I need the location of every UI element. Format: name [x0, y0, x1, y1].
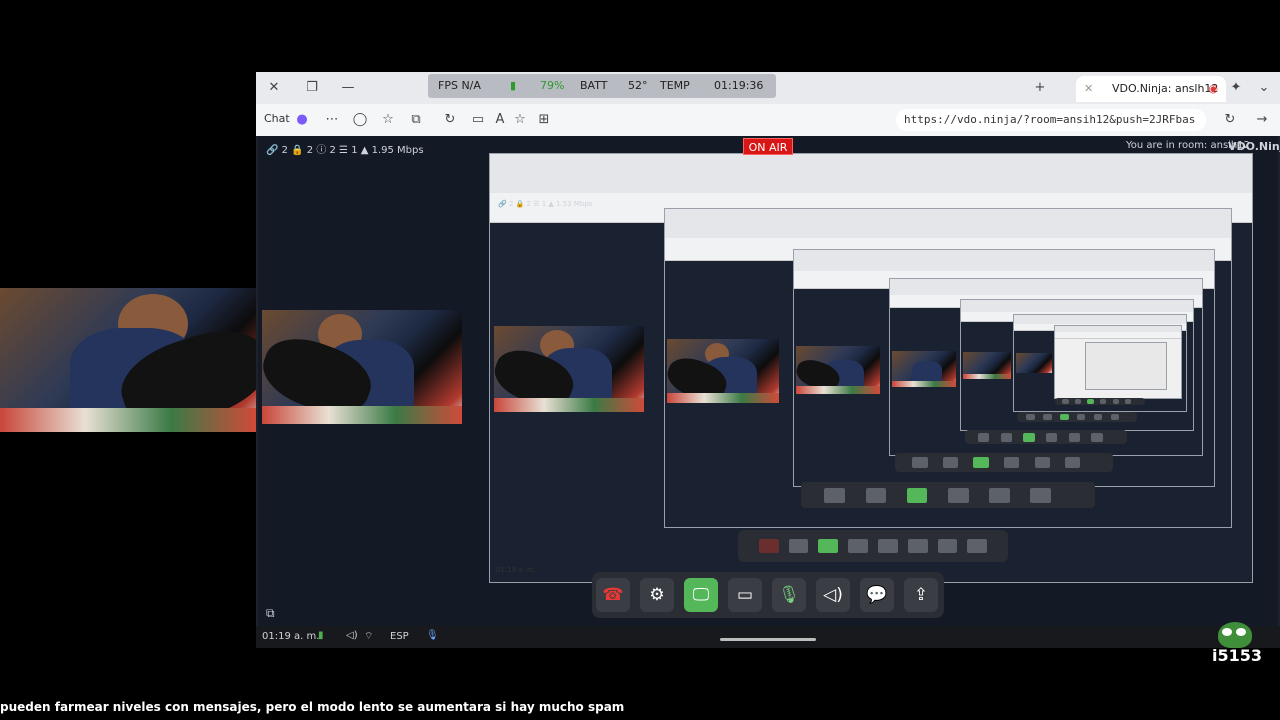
frog-emote-icon: [1218, 622, 1252, 648]
nested-video-tile-6: [1016, 353, 1052, 373]
recording-icon: ◉: [1208, 82, 1218, 95]
gear-icon: ⚙: [649, 585, 665, 605]
webcam-overlay: [0, 288, 256, 432]
upload-file-button[interactable]: ⇪: [904, 578, 938, 612]
tab-bar: ✕ ❐ — FPS N/A ▮ 79% BATT 52° TEMP 01:19:…: [256, 72, 1280, 104]
nested-video-tile-2: [667, 339, 779, 403]
layout-icon[interactable]: ⧉: [266, 606, 275, 621]
nested-control-bar: [738, 530, 1008, 562]
language-label[interactable]: ESP: [390, 631, 409, 642]
window-icon: ▭: [736, 585, 754, 605]
mic-taskbar-icon[interactable]: 🎙: [426, 630, 439, 641]
nested-video-tile: [494, 326, 644, 412]
star-icon[interactable]: ☆: [512, 112, 528, 128]
nested-screen-1: 🔗 2 🔒 2 ☰ 1 ▲ 1.53 Mbps 01:19 a. m.: [489, 153, 1253, 583]
hangup-button[interactable]: ☎: [596, 578, 630, 612]
mirrored-browser-window: ✕ ❐ — FPS N/A ▮ 79% BATT 52° TEMP 01:19:…: [256, 72, 1280, 648]
nested-screen-5: [960, 299, 1194, 431]
chat-button[interactable]: Chat: [264, 112, 290, 125]
address-bar: Chat ● ⋯ ◯ ☆ ⧉ ↻ ▭ A ☆ ⊞ https://vdo.nin…: [256, 104, 1280, 136]
batt-label: BATT: [580, 79, 608, 92]
on-air-badge: ON AIR: [743, 138, 793, 155]
video-tile[interactable]: [262, 310, 462, 424]
active-tab[interactable]: ✕ VDO.Ninja: anslh12 ◉: [1076, 76, 1226, 102]
time-label: 01:19:36: [714, 79, 764, 92]
home-indicator[interactable]: [720, 638, 816, 641]
new-tab-icon[interactable]: +: [1032, 80, 1048, 96]
temp-label: TEMP: [660, 79, 690, 92]
microphone-button[interactable]: 🎙: [772, 578, 806, 612]
chat-toggle-button[interactable]: 💬: [860, 578, 894, 612]
profile-icon[interactable]: ◯: [352, 112, 368, 128]
minimize-icon[interactable]: —: [340, 80, 356, 96]
nested-video-tile-3: [796, 346, 880, 394]
wifi-icon[interactable]: ⌔: [364, 630, 373, 643]
vdo-ninja-content: 🔗 2 🔒 2 ⓘ 2 ☰ 1 ▲ 1.95 Mbps You are in r…: [258, 136, 1280, 626]
battery-icon: ▮: [510, 79, 517, 92]
refresh-page-icon[interactable]: ↻: [442, 112, 458, 128]
chat-label: Chat: [264, 112, 290, 125]
nested-screen-7: [1054, 325, 1182, 399]
tab-title: VDO.Ninja: anslh12: [1112, 82, 1219, 95]
nested-stats: 🔗 2 🔒 2 ☰ 1 ▲ 1.53 Mbps: [498, 200, 593, 208]
nested-clock: 01:19 a. m.: [496, 566, 537, 574]
url-input[interactable]: https://vdo.ninja/?room=ansih12&push=2JR…: [896, 109, 1206, 131]
clock-label: 01:19 a. m.: [262, 631, 320, 642]
microphone-icon: 🎙: [778, 585, 800, 605]
stats-overlay: FPS N/A ▮ 79% BATT 52° TEMP 01:19:36: [428, 74, 776, 98]
forward-arrow-icon[interactable]: →: [1254, 112, 1270, 128]
close-icon[interactable]: ✕: [266, 80, 282, 96]
settings-button[interactable]: ⚙: [640, 578, 674, 612]
split-icon[interactable]: ▭: [470, 112, 486, 128]
taskbar: 01:19 a. m. ▮ ◁) ⌔ ESP 🎙: [256, 626, 1280, 648]
chevron-down-icon[interactable]: ⌄: [1256, 80, 1272, 96]
nested-video-tile-5: [963, 352, 1011, 379]
nested-screen-2: [664, 208, 1232, 528]
badge-number: i5153: [1212, 646, 1263, 665]
chat-caption: pueden farmear niveles con mensajes, per…: [0, 700, 625, 714]
monitor-icon: 🖵: [692, 585, 710, 605]
file-upload-icon: ⇪: [913, 585, 929, 605]
window-share-button[interactable]: ▭: [728, 578, 762, 612]
more-icon[interactable]: ⋯: [324, 112, 340, 128]
chat-bubble-icon: 💬: [866, 585, 888, 605]
hangup-icon: ☎: [602, 585, 624, 605]
fps-label: FPS N/A: [438, 79, 481, 92]
url-text: https://vdo.ninja/?room=ansih12&push=2JR…: [904, 113, 1196, 126]
vdo-logo-icon: ✦: [1230, 80, 1242, 95]
favorites-icon[interactable]: ☆: [380, 112, 396, 128]
speaker-icon: ◁): [823, 585, 843, 605]
apps-icon[interactable]: ⊞: [536, 112, 552, 128]
nested-video-tile-4: [892, 351, 956, 387]
extensions-icon[interactable]: ⧉: [408, 112, 424, 128]
tab-close-icon[interactable]: ✕: [1084, 76, 1093, 102]
call-control-bar: ☎ ⚙ 🖵 ▭ 🎙 ◁) 💬 ⇪: [592, 572, 944, 618]
batt-value: 79%: [540, 79, 565, 92]
nested-screen-8: [1085, 342, 1167, 390]
read-aloud-icon[interactable]: A: [492, 112, 508, 128]
temp-value: 52°: [628, 79, 648, 92]
nested-screen-6: [1013, 314, 1187, 412]
copilot-icon[interactable]: ●: [294, 112, 310, 128]
restore-icon[interactable]: ❐: [304, 80, 320, 96]
battery-taskbar-icon: ▮: [318, 630, 324, 641]
nested-screen-3: [793, 249, 1215, 487]
connection-stats: 🔗 2 🔒 2 ⓘ 2 ☰ 1 ▲ 1.95 Mbps: [266, 145, 424, 156]
volume-icon[interactable]: ◁): [346, 630, 358, 641]
vdo-title: VDO.Ninja: [1228, 140, 1280, 153]
screen-share-button[interactable]: 🖵: [684, 578, 718, 612]
reload-icon[interactable]: ↻: [1222, 112, 1238, 128]
speaker-button[interactable]: ◁): [816, 578, 850, 612]
nested-screen-4: [889, 278, 1203, 456]
